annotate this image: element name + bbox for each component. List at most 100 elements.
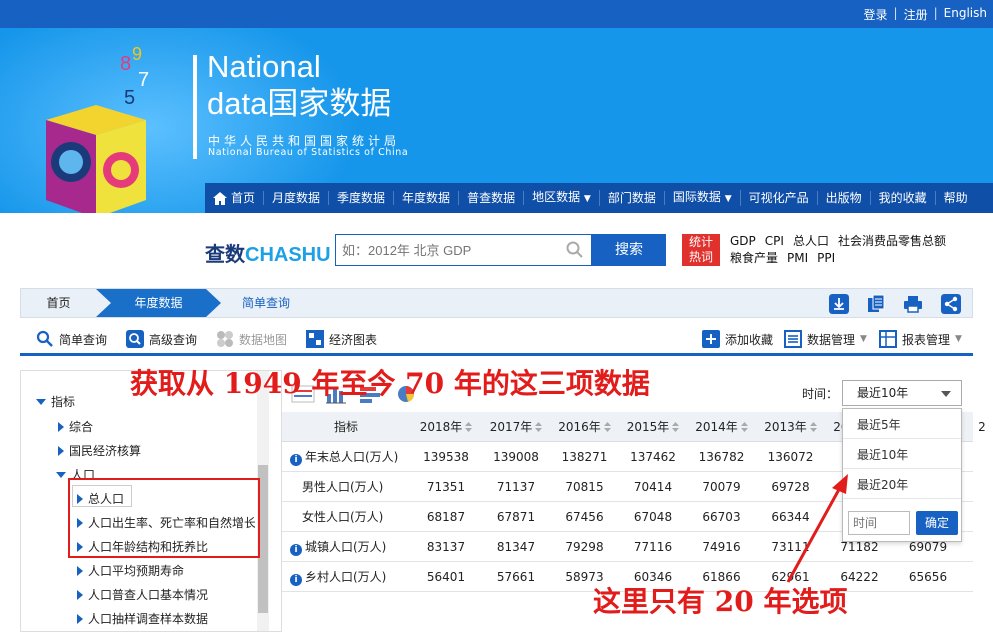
- tree-root[interactable]: 指标: [36, 393, 75, 410]
- time-option-5y[interactable]: 最近5年: [843, 411, 961, 439]
- table-cell: [962, 562, 993, 592]
- print-icon[interactable]: [903, 294, 923, 314]
- sort-icon[interactable]: [603, 422, 611, 432]
- tree-item-general[interactable]: 综合: [58, 418, 93, 435]
- time-selected-value: 最近10年: [857, 386, 909, 400]
- nav-item-annual[interactable]: 年度数据: [394, 191, 460, 205]
- data-map-button[interactable]: 数据地图: [216, 330, 287, 348]
- hot-word-link[interactable]: CPI: [765, 234, 784, 248]
- nav-item-favorites[interactable]: 我的收藏: [871, 191, 936, 205]
- sort-icon[interactable]: [740, 422, 748, 432]
- row-label: 乡村人口(万人): [305, 570, 387, 584]
- header-label: 2014年: [695, 420, 738, 434]
- caret-right-icon: [58, 445, 64, 456]
- header-year[interactable]: 2018年: [410, 412, 482, 442]
- english-link[interactable]: English: [944, 6, 987, 23]
- caret-down-icon: [36, 398, 46, 405]
- hot-word-link[interactable]: GDP: [730, 234, 756, 248]
- breadcrumb: 首页 年度数据 简单查询: [20, 288, 973, 318]
- header-year: 2: [962, 412, 993, 442]
- report-manage-menu[interactable]: 报表管理 ▼: [879, 330, 962, 348]
- nav-item-publications[interactable]: 出版物: [818, 191, 871, 205]
- nav-item-regional[interactable]: 地区数据 ▼: [524, 190, 600, 206]
- main-nav: 首页 月度数据 季度数据 年度数据 普查数据 地区数据 ▼ 部门数据 国际数据 …: [205, 183, 993, 213]
- nav-item-home[interactable]: 首页: [205, 191, 265, 205]
- search-input[interactable]: [335, 234, 592, 266]
- tree-label: 综合: [69, 420, 94, 434]
- login-link[interactable]: 登录: [864, 6, 888, 23]
- sort-icon[interactable]: [809, 422, 817, 432]
- chevron-down-icon: ▼: [955, 334, 962, 344]
- breadcrumb-annual[interactable]: 年度数据: [96, 289, 221, 317]
- table-cell: 136072: [767, 450, 814, 464]
- chevron-down-icon: [941, 391, 951, 397]
- nav-item-department[interactable]: 部门数据: [600, 191, 665, 205]
- hot-word-link[interactable]: PPI: [817, 251, 835, 265]
- nav-item-help[interactable]: 帮助: [936, 191, 976, 205]
- table-cell: [962, 442, 993, 472]
- tree-item-sample-survey[interactable]: 人口抽样调查样本数据: [77, 610, 208, 627]
- table-cell: 65656: [908, 570, 948, 584]
- info-icon[interactable]: i: [290, 544, 302, 556]
- brand-title: data国家数据: [207, 87, 391, 121]
- time-range-select[interactable]: 最近10年: [842, 380, 962, 406]
- header-year[interactable]: 2016年: [550, 412, 619, 442]
- download-icon[interactable]: [829, 294, 849, 314]
- register-link[interactable]: 注册: [904, 6, 928, 23]
- info-icon[interactable]: i: [290, 454, 302, 466]
- header-year[interactable]: 2017年: [482, 412, 550, 442]
- table-cell: 70414: [633, 480, 673, 494]
- svg-text:9: 9: [132, 44, 142, 64]
- header-year[interactable]: 2013年: [756, 412, 825, 442]
- sort-icon[interactable]: [465, 422, 473, 432]
- query-toolbar: 简单查询 高级查询 数据地图 经济图表 添加收藏 数据管理 ▼ 报表管理 ▼: [20, 320, 973, 356]
- row-label: 城镇人口(万人): [305, 540, 387, 554]
- economic-chart-button[interactable]: 经济图表: [306, 330, 377, 348]
- sort-icon[interactable]: [672, 422, 680, 432]
- info-icon[interactable]: i: [290, 574, 302, 586]
- time-option-10y[interactable]: 最近10年: [843, 441, 961, 469]
- hot-word-link[interactable]: 社会消费品零售总额: [838, 234, 946, 248]
- table-cell: 81347: [496, 540, 536, 554]
- chevron-down-icon: ▼: [583, 194, 591, 204]
- chevron-down-icon: ▼: [860, 334, 867, 344]
- breadcrumb-home[interactable]: 首页: [21, 289, 96, 317]
- search-icon[interactable]: [566, 241, 584, 259]
- sort-icon[interactable]: [535, 422, 543, 432]
- tree-item-census-basic[interactable]: 人口普查人口基本情况: [77, 586, 208, 603]
- hot-word-link[interactable]: 粮食产量: [730, 251, 778, 265]
- tree-item-national-accounts[interactable]: 国民经济核算: [58, 442, 141, 459]
- confirm-button[interactable]: 确定: [916, 511, 958, 535]
- hot-word-link[interactable]: PMI: [787, 251, 808, 265]
- table-cell: 139538: [423, 450, 469, 464]
- advanced-search-icon: [126, 330, 144, 348]
- nav-item-visual[interactable]: 可视化产品: [741, 191, 818, 205]
- time-option-20y[interactable]: 最近20年: [843, 471, 961, 499]
- nav-item-census[interactable]: 普查数据: [459, 191, 525, 205]
- nav-label: 首页: [231, 191, 256, 205]
- share-icon[interactable]: [941, 294, 961, 314]
- header-year[interactable]: 2014年: [687, 412, 756, 442]
- annotation-highlight-box: [68, 478, 260, 558]
- hot-words-badge: 统计热词: [682, 234, 720, 266]
- breadcrumb-simple-query[interactable]: 简单查询: [216, 289, 316, 317]
- svg-text:8: 8: [120, 53, 131, 75]
- tree-item-life-expectancy[interactable]: 人口平均预期寿命: [77, 562, 184, 579]
- tool-label: 报表管理: [902, 332, 951, 347]
- row-label: 年末总人口(万人): [305, 450, 399, 464]
- tree-label: 人口平均预期寿命: [88, 564, 185, 578]
- nav-item-monthly[interactable]: 月度数据: [264, 191, 330, 205]
- add-favorite-button[interactable]: 添加收藏: [702, 330, 773, 348]
- header-year[interactable]: 2015年: [619, 412, 687, 442]
- search-button[interactable]: 搜索: [592, 234, 666, 266]
- simple-query-button[interactable]: 简单查询: [36, 330, 107, 348]
- nav-item-international[interactable]: 国际数据 ▼: [665, 190, 741, 206]
- caret-right-icon: [58, 421, 64, 432]
- row-indicator-name: 女性人口(万人): [282, 502, 410, 532]
- header-label: 2017年: [489, 420, 533, 434]
- copy-icon[interactable]: [866, 294, 886, 314]
- advanced-query-button[interactable]: 高级查询: [126, 330, 197, 348]
- data-manage-menu[interactable]: 数据管理 ▼: [784, 330, 867, 348]
- nav-item-quarterly[interactable]: 季度数据: [329, 191, 395, 205]
- hot-word-link[interactable]: 总人口: [793, 234, 829, 248]
